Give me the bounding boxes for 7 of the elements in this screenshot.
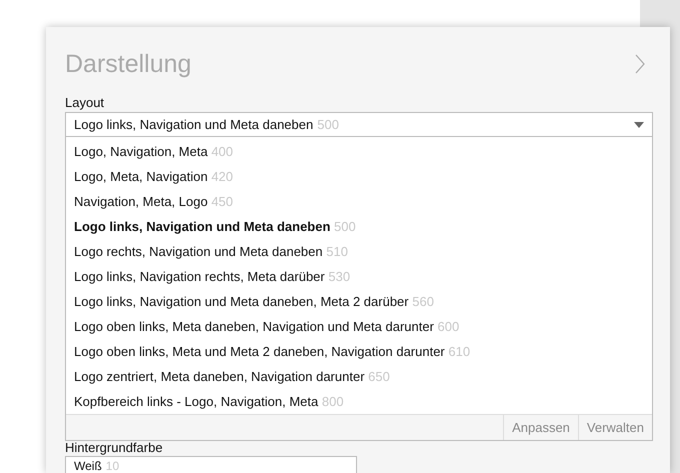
dropdown-value: Logo links, Navigation und Meta daneben bbox=[74, 117, 314, 132]
field-value: Weiß bbox=[74, 459, 102, 473]
field-label: Hintergrundfarbe bbox=[65, 440, 164, 456]
caret-down-icon bbox=[634, 122, 644, 128]
field-label: Layout bbox=[65, 94, 106, 112]
chevron-right-icon[interactable] bbox=[635, 54, 645, 74]
panel-title: Darstellung bbox=[65, 50, 192, 78]
